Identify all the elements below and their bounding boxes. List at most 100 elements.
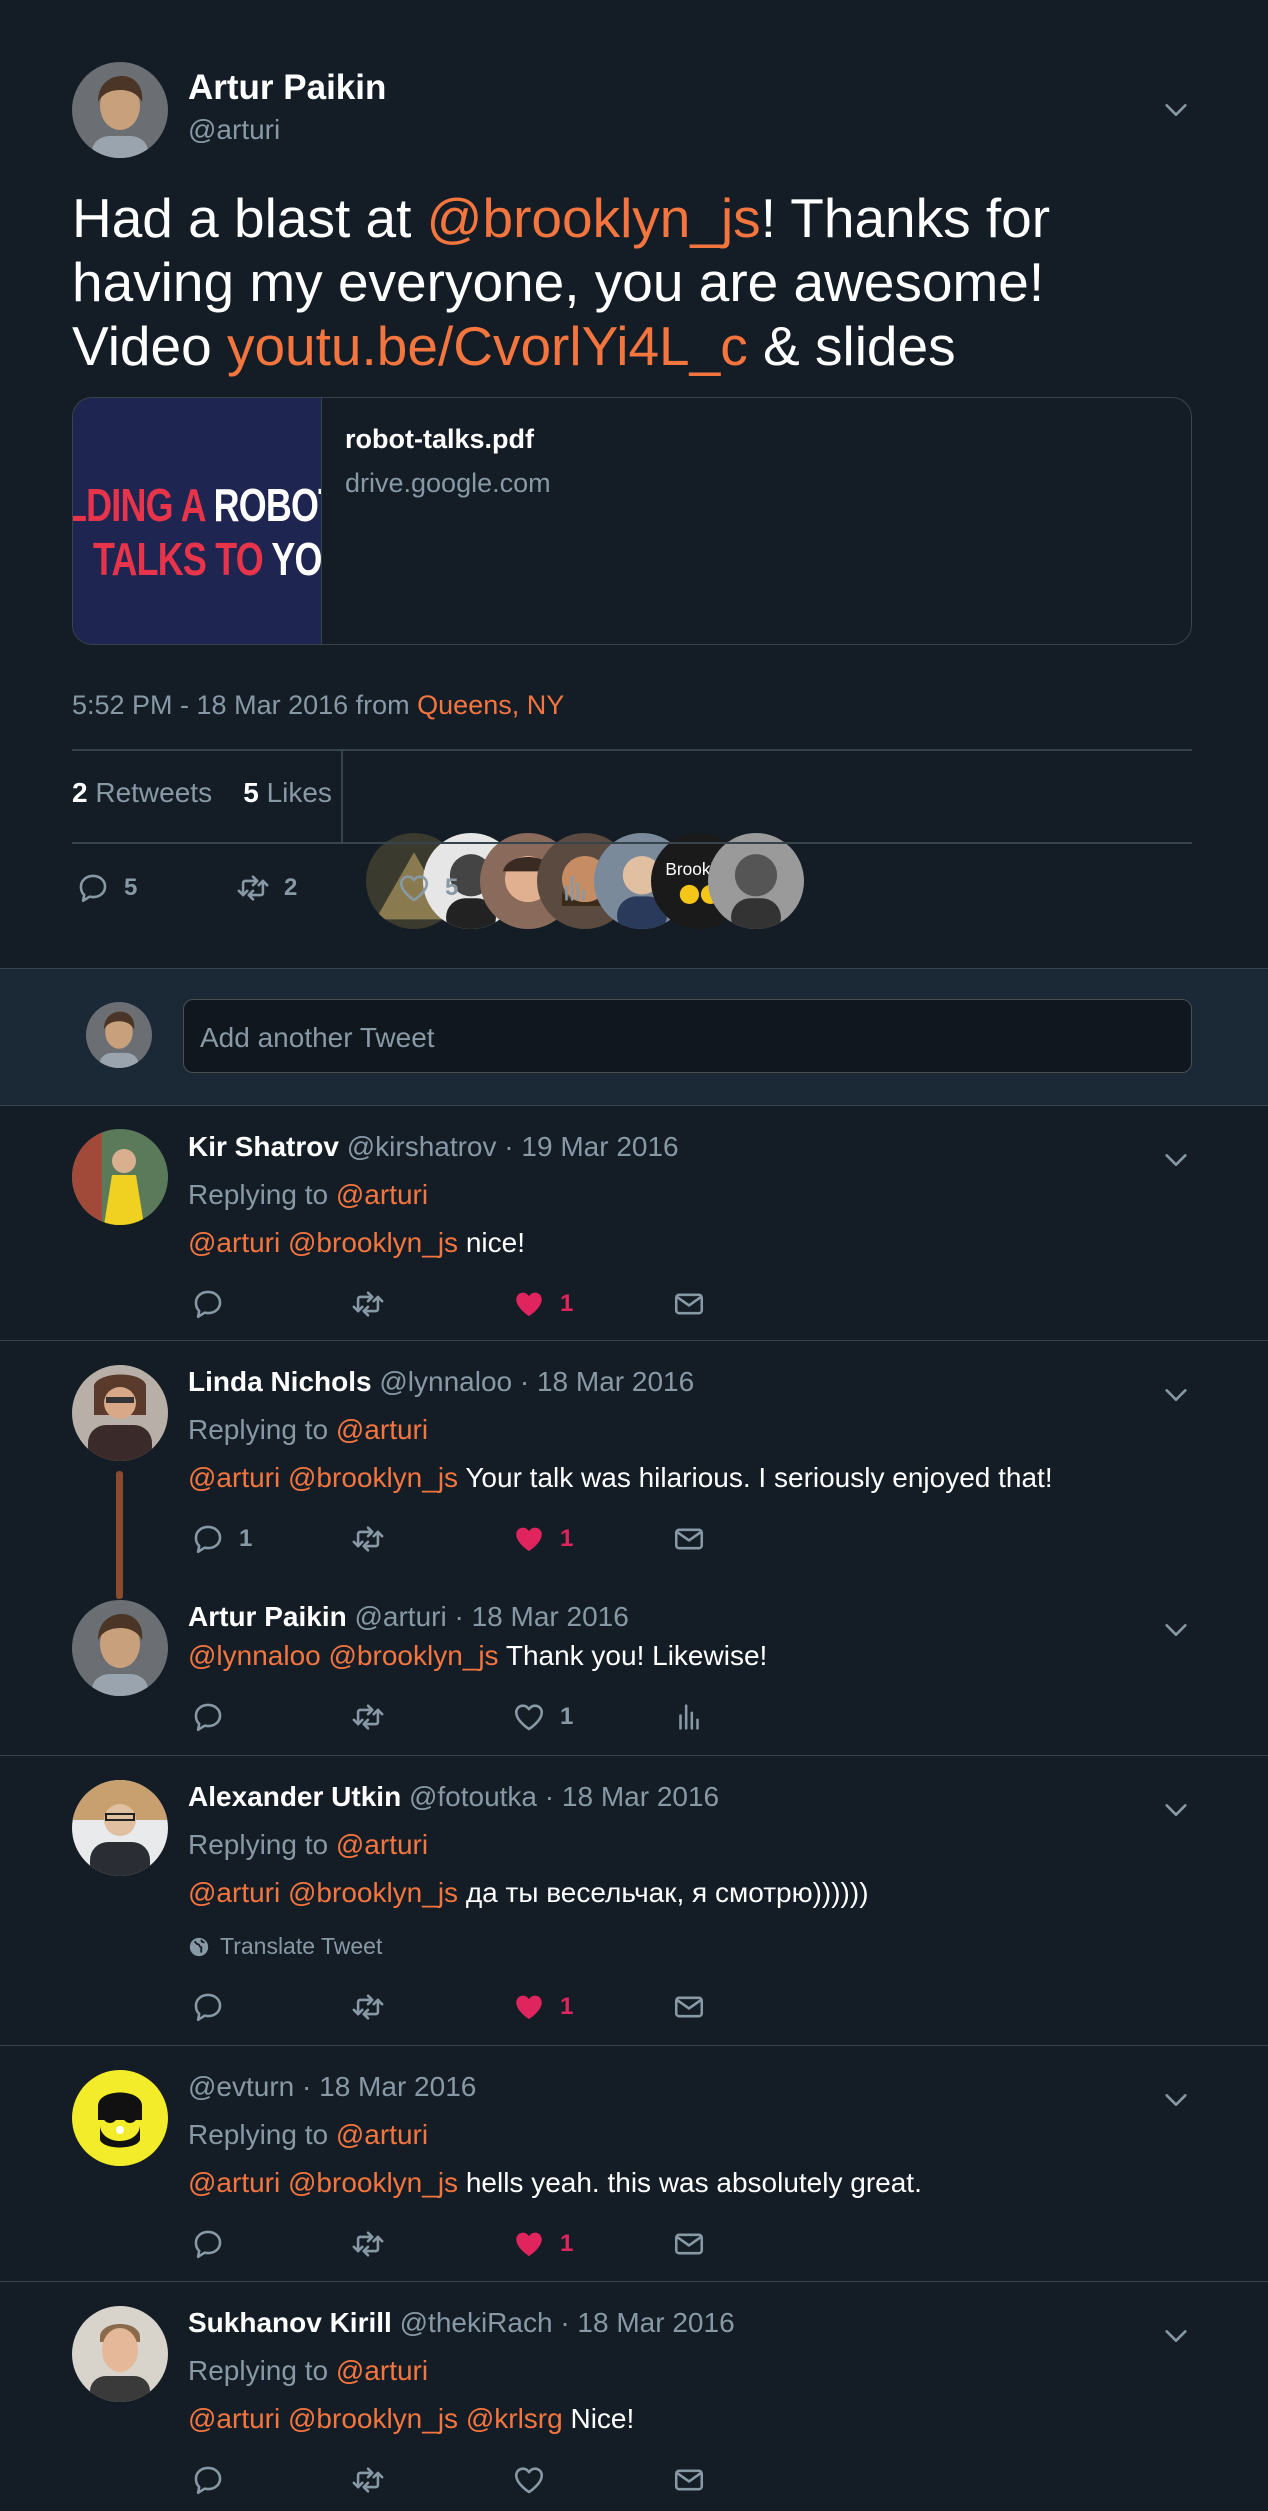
avatar[interactable]	[72, 2306, 168, 2402]
reply-date[interactable]: · 19 Mar 2016	[504, 1131, 678, 1162]
reply-author-name[interactable]: Sukhanov Kirill	[188, 2307, 392, 2338]
reply-button[interactable]: 5	[76, 871, 137, 905]
chevron-down-icon[interactable]	[1162, 1796, 1190, 1824]
avatar[interactable]	[72, 1129, 168, 1225]
avatar[interactable]	[708, 833, 804, 929]
retweet-button[interactable]	[351, 2463, 399, 2497]
mail-icon	[672, 1287, 706, 1321]
reply-date[interactable]: · 18 Mar 2016	[302, 2071, 476, 2102]
mention-link[interactable]: @arturi	[336, 2119, 428, 2150]
reply-tweet[interactable]: Alexander Utkin @fotoutka · 18 Mar 2016 …	[0, 1756, 1268, 2046]
reply-icon	[191, 2463, 225, 2497]
retweet-button[interactable]	[351, 1522, 399, 1556]
reply-date[interactable]: · 18 Mar 2016	[454, 1601, 628, 1632]
reply-author-name[interactable]: Artur Paikin	[188, 1601, 347, 1632]
reply-author-name[interactable]: Linda Nichols	[188, 1366, 372, 1397]
reply-tweet[interactable]: Kir Shatrov @kirshatrov · 19 Mar 2016 Re…	[0, 1106, 1268, 1341]
reply-author-name[interactable]: Kir Shatrov	[188, 1131, 339, 1162]
chevron-down-icon[interactable]	[1162, 2322, 1190, 2350]
avatar[interactable]	[72, 1365, 168, 1461]
reply-author-handle[interactable]: @fotoutka	[409, 1781, 537, 1812]
reply-tweet[interactable]: @evturn · 18 Mar 2016 Replying to @artur…	[0, 2046, 1268, 2282]
reply-author-handle[interactable]: @arturi	[354, 1601, 446, 1632]
reply-button[interactable]	[191, 2463, 239, 2497]
avatar	[86, 1002, 152, 1068]
mention-link[interactable]: @arturi	[336, 1179, 428, 1210]
compose-input[interactable]: Add another Tweet	[183, 999, 1192, 1073]
dm-button[interactable]	[672, 2227, 720, 2261]
reply-button[interactable]	[191, 1287, 239, 1321]
like-button[interactable]: 1	[512, 1287, 573, 1321]
reply-author-handle[interactable]: @lynnaloo	[379, 1366, 512, 1397]
compose-placeholder: Add another Tweet	[200, 1022, 435, 1053]
author-handle[interactable]: @arturi	[188, 114, 280, 146]
chevron-down-icon[interactable]	[1162, 1616, 1190, 1644]
reply-header: Kir Shatrov @kirshatrov · 19 Mar 2016	[188, 1131, 679, 1163]
like-button[interactable]: 1	[512, 1700, 573, 1734]
retweets-stat[interactable]: 2 Retweets	[72, 777, 212, 808]
mail-icon	[672, 1522, 706, 1556]
dm-button[interactable]	[672, 1522, 720, 1556]
retweet-button[interactable]	[351, 1990, 399, 2024]
card-domain: drive.google.com	[345, 468, 551, 498]
retweet-button[interactable]: 2	[236, 871, 297, 905]
link-card[interactable]: LDING A ROBOT T TALKS TO YOU robot-talks…	[72, 397, 1192, 645]
analytics-button[interactable]	[672, 1700, 720, 1734]
likes-label: Likes	[266, 777, 332, 808]
reply-text: @lynnaloo @brooklyn_js Thank you! Likewi…	[188, 1640, 767, 1672]
retweet-button[interactable]	[351, 1287, 399, 1321]
likes-stat[interactable]: 5 Likes	[243, 777, 332, 808]
reply-button[interactable]	[191, 1990, 239, 2024]
reply-author-handle[interactable]: @kirshatrov	[347, 1131, 497, 1162]
location-link[interactable]: Queens, NY	[417, 690, 564, 720]
like-button[interactable]: 1	[512, 1522, 573, 1556]
mention-link[interactable]: @arturi	[336, 1414, 428, 1445]
avatar[interactable]	[72, 1780, 168, 1876]
mention-link[interactable]: @arturi @brooklyn_js	[188, 2167, 458, 2198]
like-count: 1	[560, 1703, 574, 1730]
video-link[interactable]: youtu.be/CvorlYi4L_c	[227, 315, 748, 377]
mention-link[interactable]: @arturi @brooklyn_js	[188, 1877, 458, 1908]
like-button[interactable]: 1	[512, 2227, 573, 2261]
reply-author-name[interactable]: Alexander Utkin	[188, 1781, 401, 1812]
reply-author-handle[interactable]: @thekiRach	[400, 2307, 553, 2338]
dm-button[interactable]	[672, 1990, 720, 2024]
reply-text: @arturi @brooklyn_js Your talk was hilar…	[188, 1462, 1053, 1494]
reply-button[interactable]	[191, 2227, 239, 2261]
compose-bar: Add another Tweet	[0, 968, 1268, 1106]
reply-button[interactable]	[191, 1700, 239, 1734]
reply-author-handle[interactable]: @evturn	[188, 2071, 294, 2102]
avatar[interactable]	[72, 1600, 168, 1696]
analytics-button[interactable]	[558, 871, 606, 905]
mention-link[interactable]: @brooklyn_js	[427, 187, 761, 249]
avatar[interactable]	[72, 62, 168, 158]
like-button[interactable]: 5	[397, 871, 458, 905]
like-button[interactable]	[512, 2463, 560, 2497]
chevron-down-icon[interactable]	[1162, 96, 1190, 124]
main-tweet: Artur Paikin @arturi Had a blast at @bro…	[0, 0, 1268, 967]
reply-date[interactable]: · 18 Mar 2016	[545, 1781, 719, 1812]
avatar[interactable]	[72, 2070, 168, 2166]
chevron-down-icon[interactable]	[1162, 1381, 1190, 1409]
mention-link[interactable]: @arturi	[336, 2355, 428, 2386]
mention-link[interactable]: @arturi @brooklyn_js	[188, 1462, 458, 1493]
chevron-down-icon[interactable]	[1162, 2086, 1190, 2114]
thread-line	[116, 1471, 123, 1599]
retweets-count: 2	[72, 777, 88, 808]
reply-date[interactable]: · 18 Mar 2016	[560, 2307, 734, 2338]
like-button[interactable]: 1	[512, 1990, 573, 2024]
mention-link[interactable]: @arturi @brooklyn_js	[188, 1227, 458, 1258]
author-name[interactable]: Artur Paikin	[188, 68, 386, 108]
mention-link[interactable]: @lynnaloo @brooklyn_js	[188, 1640, 499, 1671]
retweet-button[interactable]	[351, 2227, 399, 2261]
translate-link[interactable]: Translate Tweet	[188, 1933, 382, 1960]
retweet-button[interactable]	[351, 1700, 399, 1734]
reply-button[interactable]: 1	[191, 1522, 252, 1556]
dm-button[interactable]	[672, 2463, 720, 2497]
chevron-down-icon[interactable]	[1162, 1146, 1190, 1174]
mention-link[interactable]: @arturi @brooklyn_js @krlsrg	[188, 2403, 563, 2434]
reply-tweet[interactable]: Sukhanov Kirill @thekiRach · 18 Mar 2016…	[0, 2282, 1268, 2511]
dm-button[interactable]	[672, 1287, 720, 1321]
reply-date[interactable]: · 18 Mar 2016	[520, 1366, 694, 1397]
mention-link[interactable]: @arturi	[336, 1829, 428, 1860]
